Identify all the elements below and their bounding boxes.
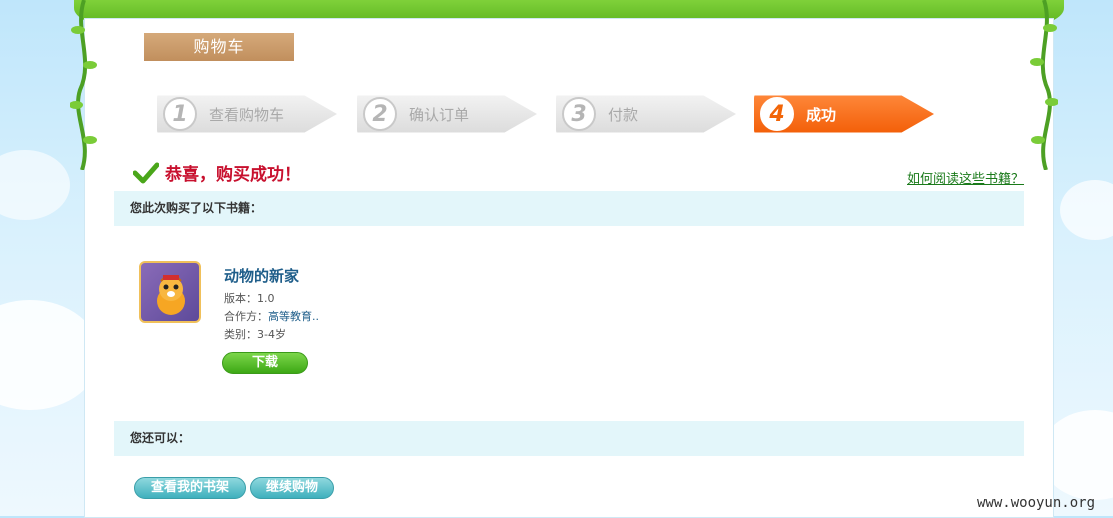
vine-decoration-left bbox=[69, 0, 98, 171]
step-view-cart: 1 查看购物车 bbox=[157, 92, 337, 136]
step-label: 成功 bbox=[806, 105, 837, 124]
tiger-icon bbox=[157, 275, 185, 315]
book-cover-image[interactable] bbox=[139, 261, 201, 323]
how-to-read-link[interactable]: 如何阅读这些书籍？ bbox=[907, 168, 1024, 187]
step-label: 查看购物车 bbox=[209, 105, 285, 124]
download-button[interactable]: 下载 bbox=[222, 352, 308, 374]
next-options-heading: 您还可以： bbox=[114, 421, 1024, 456]
step-number: 2 bbox=[363, 97, 397, 131]
continue-shopping-button[interactable]: 继续购物 bbox=[250, 477, 334, 499]
watermark-text: www.wooyun.org bbox=[977, 495, 1096, 511]
vine-icon bbox=[1030, 0, 1059, 171]
book-partner: 合作方：高等教育.. bbox=[224, 310, 319, 323]
purchased-heading: 您此次购买了以下书籍： bbox=[114, 191, 1024, 226]
success-text: 恭喜，购买成功！ bbox=[165, 165, 301, 185]
step-number: 1 bbox=[163, 97, 197, 131]
cloud-decoration bbox=[1060, 180, 1113, 240]
step-number: 4 bbox=[760, 97, 794, 131]
book-category: 类别：3-4岁 bbox=[224, 328, 286, 341]
page-title: 购物车 bbox=[144, 33, 294, 61]
cloud-decoration bbox=[0, 150, 70, 220]
step-label: 付款 bbox=[608, 105, 639, 124]
book-title[interactable]: 动物的新家 bbox=[224, 265, 299, 286]
step-label: 确认订单 bbox=[409, 105, 470, 124]
step-success: 4 成功 bbox=[754, 92, 934, 136]
checkout-steps: 1 查看购物车 2 确认订单 3 付款 4 成功 bbox=[157, 92, 957, 138]
step-number: 3 bbox=[562, 97, 596, 131]
vine-decoration-right bbox=[1030, 0, 1059, 171]
vine-icon bbox=[69, 0, 97, 171]
checkmark-icon bbox=[133, 162, 159, 184]
view-bookshelf-button[interactable]: 查看我的书架 bbox=[134, 477, 246, 499]
success-message: 恭喜，购买成功！ bbox=[133, 160, 301, 185]
book-version: 版本：1.0 bbox=[224, 292, 275, 305]
step-payment: 3 付款 bbox=[556, 92, 736, 136]
step-confirm-order: 2 确认订单 bbox=[357, 92, 537, 136]
